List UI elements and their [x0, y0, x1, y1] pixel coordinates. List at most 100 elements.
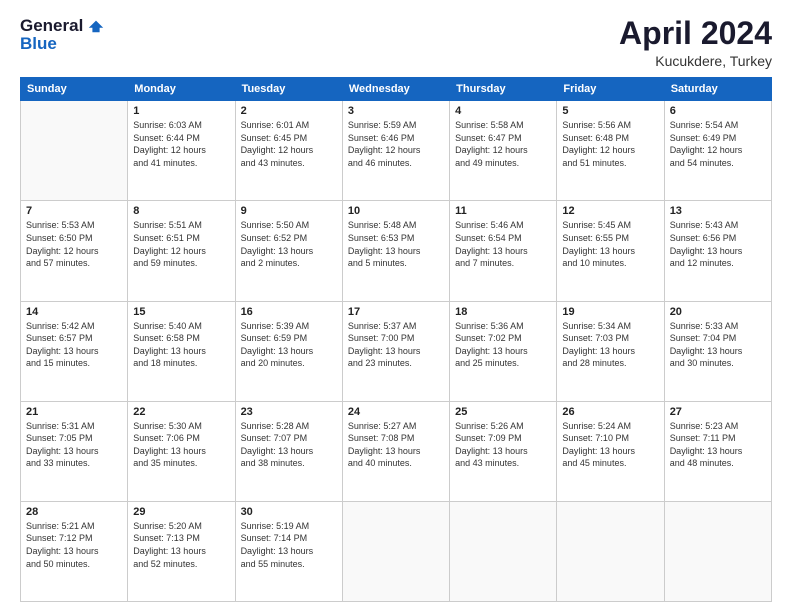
- day-info: Sunrise: 5:36 AMSunset: 7:02 PMDaylight:…: [455, 320, 551, 370]
- day-info: Sunrise: 5:27 AMSunset: 7:08 PMDaylight:…: [348, 420, 444, 470]
- table-row: 10 Sunrise: 5:48 AMSunset: 6:53 PMDayligh…: [342, 201, 449, 301]
- day-number: 1: [133, 105, 229, 117]
- table-row: 26 Sunrise: 5:24 AMSunset: 7:10 PMDayligh…: [557, 401, 664, 501]
- day-number: 22: [133, 406, 229, 418]
- table-row: 2Sunrise: 6:01 AMSunset: 6:45 PMDaylight…: [235, 101, 342, 201]
- table-row: 24 Sunrise: 5:27 AMSunset: 7:08 PMDayligh…: [342, 401, 449, 501]
- day-number: 16: [241, 306, 337, 318]
- logo-icon: [87, 17, 105, 35]
- table-row: 27Sunrise: 5:23 AMSunset: 7:11 PMDayligh…: [664, 401, 771, 501]
- table-row: [21, 101, 128, 201]
- table-row: 19 Sunrise: 5:34 AMSunset: 7:03 PMDayligh…: [557, 301, 664, 401]
- day-number: 18: [455, 306, 551, 318]
- day-number: 4: [455, 105, 551, 117]
- header: General Blue April 2024 Kucukdere, Turke…: [20, 16, 772, 69]
- table-row: 30 Sunrise: 5:19 AMSunset: 7:14 PMDayligh…: [235, 501, 342, 601]
- day-info: Sunrise: 5:19 AMSunset: 7:14 PMDaylight:…: [241, 520, 337, 570]
- table-row: 22 Sunrise: 5:30 AMSunset: 7:06 PMDayligh…: [128, 401, 235, 501]
- day-info: Sunrise: 5:51 AMSunset: 6:51 PMDaylight:…: [133, 219, 229, 269]
- day-number: 8: [133, 205, 229, 217]
- week-row-3: 14Sunrise: 5:42 AMSunset: 6:57 PMDayligh…: [21, 301, 772, 401]
- day-info: Sunrise: 5:59 AMSunset: 6:46 PMDaylight:…: [348, 119, 444, 169]
- day-number: 20: [670, 306, 766, 318]
- day-number: 6: [670, 105, 766, 117]
- day-number: 15: [133, 306, 229, 318]
- day-info: Sunrise: 6:03 AMSunset: 6:44 PMDaylight:…: [133, 119, 229, 169]
- page: General Blue April 2024 Kucukdere, Turke…: [0, 0, 792, 612]
- day-info: Sunrise: 5:53 AMSunset: 6:50 PMDaylight:…: [26, 219, 122, 269]
- day-number: 29: [133, 506, 229, 518]
- day-number: 23: [241, 406, 337, 418]
- day-info: Sunrise: 5:33 AMSunset: 7:04 PMDaylight:…: [670, 320, 766, 370]
- day-info: Sunrise: 5:21 AMSunset: 7:12 PMDaylight:…: [26, 520, 122, 570]
- day-info: Sunrise: 5:46 AMSunset: 6:54 PMDaylight:…: [455, 219, 551, 269]
- table-row: 6 Sunrise: 5:54 AMSunset: 6:49 PMDaylight…: [664, 101, 771, 201]
- month-title: April 2024: [619, 16, 772, 51]
- logo-blue: Blue: [20, 34, 57, 53]
- day-number: 14: [26, 306, 122, 318]
- day-number: 19: [562, 306, 658, 318]
- day-number: 3: [348, 105, 444, 117]
- day-info: Sunrise: 5:34 AMSunset: 7:03 PMDaylight:…: [562, 320, 658, 370]
- day-info: Sunrise: 5:23 AMSunset: 7:11 PMDaylight:…: [670, 420, 766, 470]
- table-row: 28 Sunrise: 5:21 AMSunset: 7:12 PMDayligh…: [21, 501, 128, 601]
- table-row: 13Sunrise: 5:43 AMSunset: 6:56 PMDayligh…: [664, 201, 771, 301]
- table-row: 16 Sunrise: 5:39 AMSunset: 6:59 PMDayligh…: [235, 301, 342, 401]
- table-row: [557, 501, 664, 601]
- table-row: 15 Sunrise: 5:40 AMSunset: 6:58 PMDayligh…: [128, 301, 235, 401]
- day-number: 28: [26, 506, 122, 518]
- day-info: Sunrise: 5:24 AMSunset: 7:10 PMDaylight:…: [562, 420, 658, 470]
- week-row-1: 1 Sunrise: 6:03 AMSunset: 6:44 PMDaylight…: [21, 101, 772, 201]
- day-info: Sunrise: 5:56 AMSunset: 6:48 PMDaylight:…: [562, 119, 658, 169]
- table-row: 17 Sunrise: 5:37 AMSunset: 7:00 PMDayligh…: [342, 301, 449, 401]
- col-friday: Friday: [557, 78, 664, 101]
- day-number: 9: [241, 205, 337, 217]
- day-number: 24: [348, 406, 444, 418]
- week-row-4: 21 Sunrise: 5:31 AMSunset: 7:05 PMDayligh…: [21, 401, 772, 501]
- table-row: 12 Sunrise: 5:45 AMSunset: 6:55 PMDayligh…: [557, 201, 664, 301]
- day-info: Sunrise: 5:50 AMSunset: 6:52 PMDaylight:…: [241, 219, 337, 269]
- col-tuesday: Tuesday: [235, 78, 342, 101]
- day-info: Sunrise: 5:20 AMSunset: 7:13 PMDaylight:…: [133, 520, 229, 570]
- day-info: Sunrise: 5:45 AMSunset: 6:55 PMDaylight:…: [562, 219, 658, 269]
- day-info: Sunrise: 5:54 AMSunset: 6:49 PMDaylight:…: [670, 119, 766, 169]
- day-info: Sunrise: 5:40 AMSunset: 6:58 PMDaylight:…: [133, 320, 229, 370]
- day-info: Sunrise: 5:39 AMSunset: 6:59 PMDaylight:…: [241, 320, 337, 370]
- day-info: Sunrise: 5:58 AMSunset: 6:47 PMDaylight:…: [455, 119, 551, 169]
- table-row: 11 Sunrise: 5:46 AMSunset: 6:54 PMDayligh…: [450, 201, 557, 301]
- day-number: 26: [562, 406, 658, 418]
- table-row: 18 Sunrise: 5:36 AMSunset: 7:02 PMDayligh…: [450, 301, 557, 401]
- table-row: 3 Sunrise: 5:59 AMSunset: 6:46 PMDaylight…: [342, 101, 449, 201]
- week-row-2: 7 Sunrise: 5:53 AMSunset: 6:50 PMDaylight…: [21, 201, 772, 301]
- day-number: 10: [348, 205, 444, 217]
- week-row-5: 28 Sunrise: 5:21 AMSunset: 7:12 PMDayligh…: [21, 501, 772, 601]
- day-number: 30: [241, 506, 337, 518]
- day-info: Sunrise: 5:37 AMSunset: 7:00 PMDaylight:…: [348, 320, 444, 370]
- table-row: 9 Sunrise: 5:50 AMSunset: 6:52 PMDaylight…: [235, 201, 342, 301]
- table-row: [342, 501, 449, 601]
- day-number: 11: [455, 205, 551, 217]
- day-number: 21: [26, 406, 122, 418]
- table-row: [450, 501, 557, 601]
- table-row: 20 Sunrise: 5:33 AMSunset: 7:04 PMDayligh…: [664, 301, 771, 401]
- day-number: 25: [455, 406, 551, 418]
- table-row: 14Sunrise: 5:42 AMSunset: 6:57 PMDayligh…: [21, 301, 128, 401]
- calendar-header-row: Sunday Monday Tuesday Wednesday Thursday…: [21, 78, 772, 101]
- col-sunday: Sunday: [21, 78, 128, 101]
- logo: General Blue: [20, 16, 105, 54]
- table-row: 1 Sunrise: 6:03 AMSunset: 6:44 PMDaylight…: [128, 101, 235, 201]
- day-number: 12: [562, 205, 658, 217]
- day-info: Sunrise: 5:31 AMSunset: 7:05 PMDaylight:…: [26, 420, 122, 470]
- col-wednesday: Wednesday: [342, 78, 449, 101]
- day-number: 17: [348, 306, 444, 318]
- table-row: [664, 501, 771, 601]
- day-info: Sunrise: 5:30 AMSunset: 7:06 PMDaylight:…: [133, 420, 229, 470]
- table-row: 7 Sunrise: 5:53 AMSunset: 6:50 PMDaylight…: [21, 201, 128, 301]
- title-area: April 2024 Kucukdere, Turkey: [619, 16, 772, 69]
- day-info: Sunrise: 5:48 AMSunset: 6:53 PMDaylight:…: [348, 219, 444, 269]
- table-row: 29 Sunrise: 5:20 AMSunset: 7:13 PMDayligh…: [128, 501, 235, 601]
- day-number: 13: [670, 205, 766, 217]
- day-number: 7: [26, 205, 122, 217]
- logo-general: General: [20, 16, 83, 36]
- calendar-table: Sunday Monday Tuesday Wednesday Thursday…: [20, 77, 772, 602]
